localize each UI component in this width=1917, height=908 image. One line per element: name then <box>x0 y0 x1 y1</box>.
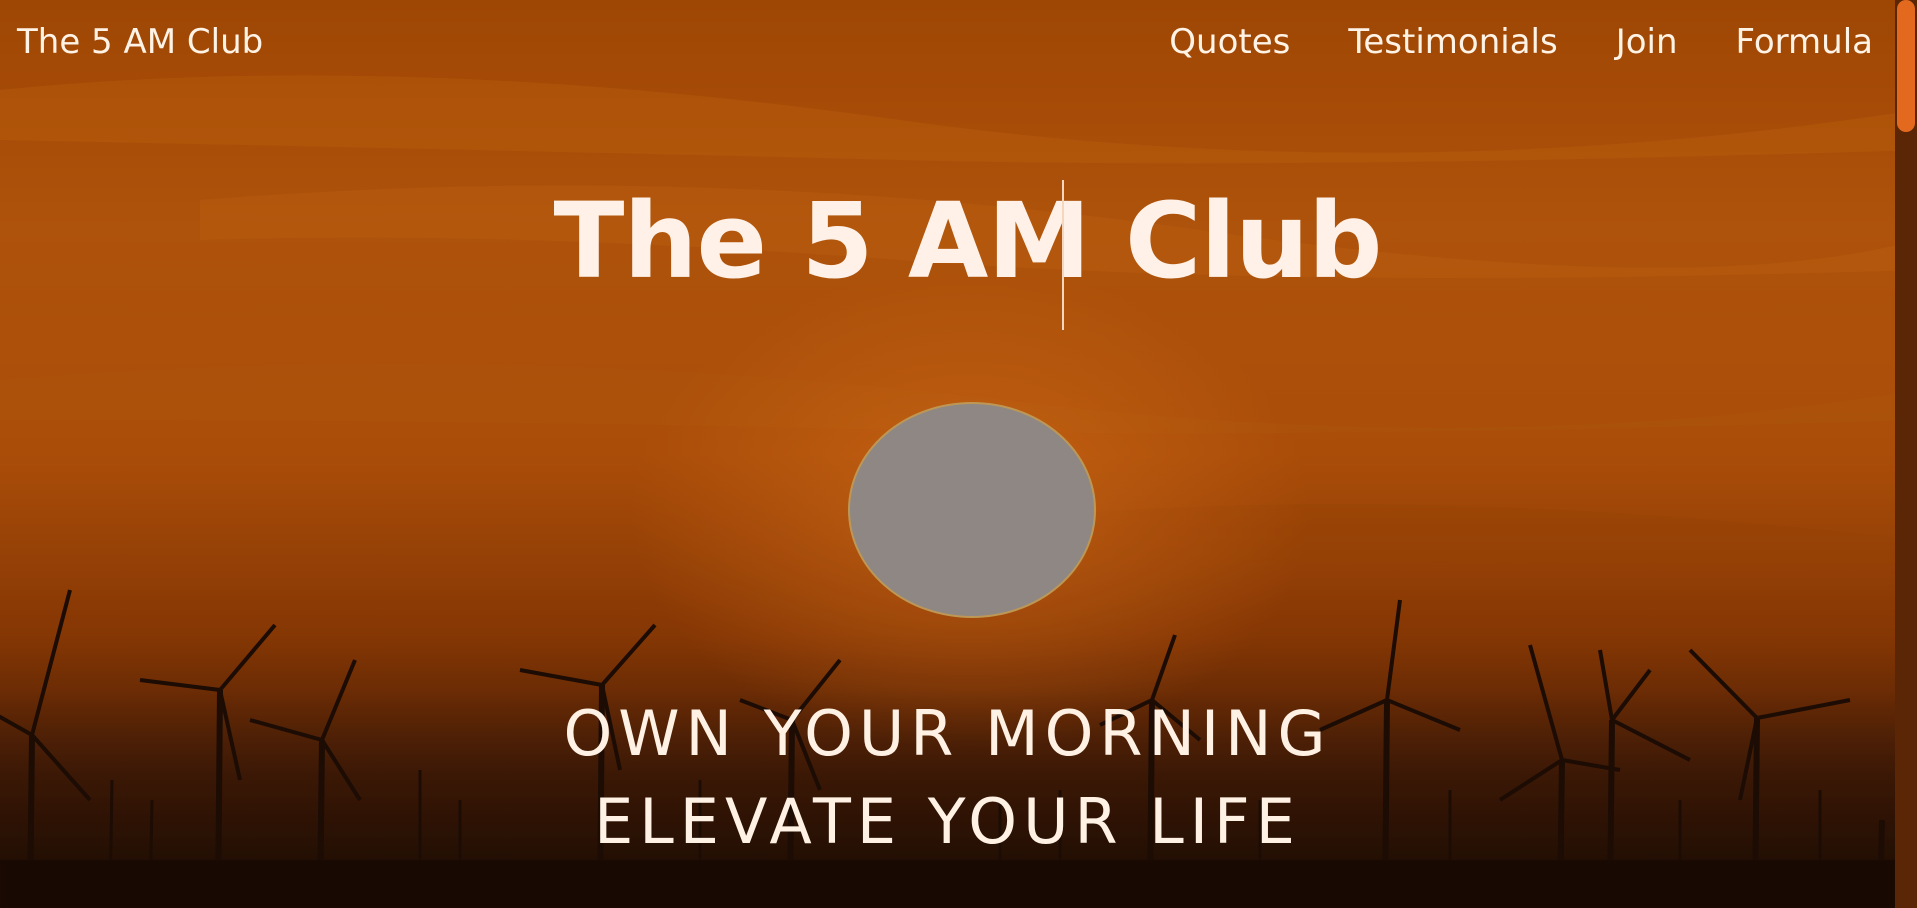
nav-link-testimonials[interactable]: Testimonials <box>1348 22 1557 62</box>
page: The 5 AM Club Quotes Testimonials Join F… <box>0 0 1917 908</box>
nav-link-quotes[interactable]: Quotes <box>1169 22 1290 62</box>
nav-brand-link[interactable]: The 5 AM Club <box>17 22 263 62</box>
tagline-line-2: ELEVATE YOUR LIFE <box>594 785 1301 858</box>
nav-links: Quotes Testimonials Join Formula <box>1111 22 1873 62</box>
nav-link-formula[interactable]: Formula <box>1736 22 1873 62</box>
tagline-line-1: OWN YOUR MORNING <box>563 697 1332 770</box>
typing-cursor <box>1062 180 1064 330</box>
hero-title: The 5 AM Club <box>553 180 1383 302</box>
scrollbar-thumb[interactable] <box>1897 0 1915 132</box>
sunset-background <box>0 0 1917 908</box>
hero-title-wrapper: The 5 AM Club <box>0 180 1895 302</box>
nav-link-join[interactable]: Join <box>1616 22 1678 62</box>
page-scrollbar[interactable] <box>1895 0 1917 908</box>
top-navigation: The 5 AM Club Quotes Testimonials Join F… <box>0 0 1895 92</box>
